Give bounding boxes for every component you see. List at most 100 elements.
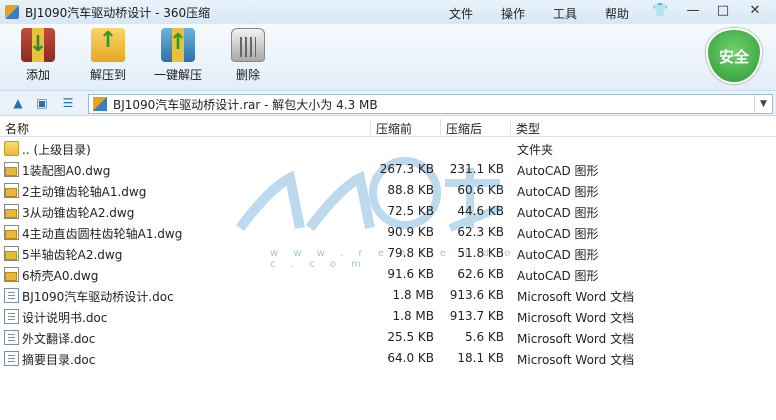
extract-folder-icon — [91, 28, 125, 62]
security-label: 安全 — [718, 47, 749, 66]
archive-icon — [93, 97, 107, 111]
size-before: 267.3 KB — [379, 162, 434, 176]
file-name: 摘要目录.doc — [22, 353, 96, 367]
app-icon — [5, 5, 19, 19]
file-name: 2主动锥齿轮轴A1.dwg — [22, 185, 147, 199]
table-row[interactable]: BJ1090汽车驱动桥设计.doc 1.8 MB 913.6 KB Micros… — [0, 285, 776, 306]
word-doc-icon — [4, 330, 19, 345]
extract-button[interactable]: 解压到 — [73, 28, 143, 88]
size-before: 88.8 KB — [387, 183, 434, 197]
table-row[interactable]: 5半轴齿轮A2.dwg 79.8 KB 51.8 KB AutoCAD 图形 — [0, 243, 776, 264]
column-divider[interactable] — [370, 119, 371, 135]
file-name: 6桥壳A0.dwg — [22, 269, 99, 283]
folder-icon — [4, 141, 19, 156]
maximize-button[interactable]: □ — [712, 3, 734, 20]
dwg-file-icon — [4, 162, 19, 177]
file-type: AutoCAD 图形 — [517, 269, 599, 283]
file-name: 1装配图A0.dwg — [22, 164, 111, 178]
word-doc-icon — [4, 309, 19, 324]
dwg-file-icon — [4, 183, 19, 198]
thumbnail-view-icon[interactable]: ▣ — [34, 96, 50, 110]
size-before: 90.9 KB — [387, 225, 434, 239]
size-before: 1.8 MB — [392, 288, 434, 302]
file-type: Microsoft Word 文档 — [517, 353, 635, 367]
one-click-extract-icon — [161, 28, 195, 62]
size-after: 51.8 KB — [457, 246, 504, 260]
word-doc-icon — [4, 288, 19, 303]
add-label: 添加 — [25, 68, 50, 82]
file-type: Microsoft Word 文档 — [517, 290, 635, 304]
file-type: AutoCAD 图形 — [517, 248, 599, 262]
skin-shirt-icon[interactable]: 👕 — [652, 4, 668, 18]
column-compressed-before[interactable]: 压缩前 — [376, 120, 412, 137]
address-bar[interactable]: BJ1090汽车驱动桥设计.rar - 解包大小为 4.3 MB ▼ — [88, 94, 773, 114]
file-name: 5半轴齿轮A2.dwg — [22, 248, 123, 262]
file-name: 设计说明书.doc — [22, 311, 108, 325]
dwg-file-icon — [4, 225, 19, 240]
file-list: .. (上级目录) 文件夹 1装配图A0.dwg 267.3 KB 231.1 … — [0, 138, 776, 420]
column-header: 名称 压缩前 压缩后 类型 — [0, 117, 776, 137]
file-name: 外文翻译.doc — [22, 332, 96, 346]
dwg-file-icon — [4, 267, 19, 282]
column-compressed-after[interactable]: 压缩后 — [446, 120, 482, 137]
file-type: AutoCAD 图形 — [517, 227, 599, 241]
column-divider[interactable] — [440, 119, 441, 135]
column-name[interactable]: 名称 — [5, 120, 29, 137]
file-type: AutoCAD 图形 — [517, 206, 599, 220]
table-row[interactable]: 外文翻译.doc 25.5 KB 5.6 KB Microsoft Word 文… — [0, 327, 776, 348]
dwg-file-icon — [4, 204, 19, 219]
table-row[interactable]: 6桥壳A0.dwg 91.6 KB 62.6 KB AutoCAD 图形 — [0, 264, 776, 285]
address-text: BJ1090汽车驱动桥设计.rar - 解包大小为 4.3 MB — [113, 97, 378, 112]
size-after: 5.6 KB — [465, 330, 504, 344]
size-after: 913.6 KB — [449, 288, 504, 302]
shield-icon: 安全 — [706, 28, 762, 84]
file-type: AutoCAD 图形 — [517, 164, 599, 178]
file-type: AutoCAD 图形 — [517, 185, 599, 199]
table-row[interactable]: 4主动直齿圆柱齿轮轴A1.dwg 90.9 KB 62.3 KB AutoCAD… — [0, 222, 776, 243]
size-after: 231.1 KB — [449, 162, 504, 176]
menu-file[interactable]: 文件 — [449, 5, 473, 22]
table-row[interactable]: 3从动锥齿轮A2.dwg 72.5 KB 44.6 KB AutoCAD 图形 — [0, 201, 776, 222]
size-before: 1.8 MB — [392, 309, 434, 323]
size-before: 64.0 KB — [387, 351, 434, 365]
window-title: BJ1090汽车驱动桥设计 - 360压缩 — [25, 5, 211, 20]
size-before: 79.8 KB — [387, 246, 434, 260]
delete-button[interactable]: 删除 — [213, 28, 283, 88]
file-name: .. (上级目录) — [22, 143, 91, 157]
add-button[interactable]: 添加 — [3, 28, 73, 88]
file-name: BJ1090汽车驱动桥设计.doc — [22, 290, 174, 304]
size-before: 91.6 KB — [387, 267, 434, 281]
table-row[interactable]: 摘要目录.doc 64.0 KB 18.1 KB Microsoft Word … — [0, 348, 776, 369]
address-row: ▲ ▣ ☰ BJ1090汽车驱动桥设计.rar - 解包大小为 4.3 MB ▼ — [0, 90, 776, 116]
column-type[interactable]: 类型 — [516, 120, 540, 137]
list-view-icon[interactable]: ☰ — [60, 96, 76, 110]
size-after: 913.7 KB — [449, 309, 504, 323]
size-after: 62.6 KB — [457, 267, 504, 281]
dwg-file-icon — [4, 246, 19, 261]
menu-help[interactable]: 帮助 — [605, 5, 629, 22]
delete-label: 删除 — [235, 68, 260, 82]
table-row[interactable]: .. (上级目录) 文件夹 — [0, 138, 776, 159]
word-doc-icon — [4, 351, 19, 366]
security-badge[interactable]: 安全 — [706, 28, 762, 90]
chevron-down-icon[interactable]: ▼ — [754, 95, 772, 113]
file-type: Microsoft Word 文档 — [517, 332, 635, 346]
add-archive-icon — [21, 28, 55, 62]
menu-tools[interactable]: 工具 — [553, 5, 577, 22]
size-before: 25.5 KB — [387, 330, 434, 344]
table-row[interactable]: 设计说明书.doc 1.8 MB 913.7 KB Microsoft Word… — [0, 306, 776, 327]
menu-operation[interactable]: 操作 — [501, 5, 525, 22]
close-button[interactable]: ✕ — [744, 3, 766, 20]
one-click-extract-button[interactable]: 一键解压 — [143, 28, 213, 88]
minimize-button[interactable]: — — [682, 3, 704, 20]
one-click-extract-label: 一键解压 — [153, 68, 202, 82]
up-arrow-icon[interactable]: ▲ — [10, 96, 26, 110]
table-row[interactable]: 2主动锥齿轮轴A1.dwg 88.8 KB 60.6 KB AutoCAD 图形 — [0, 180, 776, 201]
file-name: 4主动直齿圆柱齿轮轴A1.dwg — [22, 227, 183, 241]
file-type: Microsoft Word 文档 — [517, 311, 635, 325]
column-divider[interactable] — [510, 119, 511, 135]
file-name: 3从动锥齿轮A2.dwg — [22, 206, 135, 220]
table-row[interactable]: 1装配图A0.dwg 267.3 KB 231.1 KB AutoCAD 图形 — [0, 159, 776, 180]
file-type: 文件夹 — [517, 143, 554, 157]
size-before: 72.5 KB — [387, 204, 434, 218]
